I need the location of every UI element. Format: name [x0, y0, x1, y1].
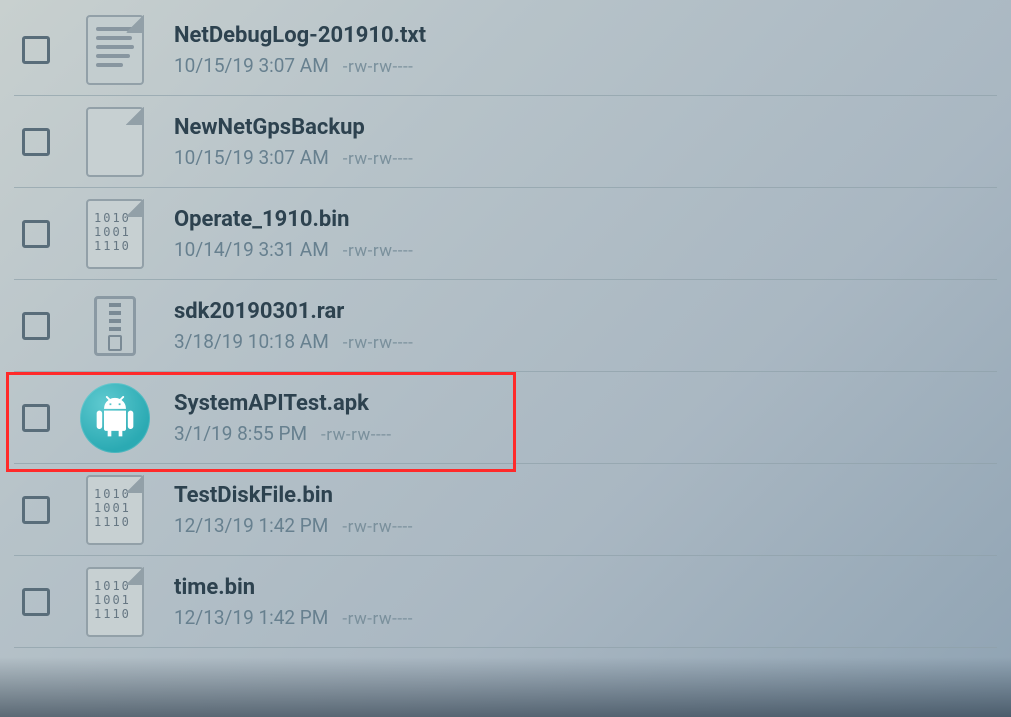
- file-permissions: -rw-rw----: [343, 149, 414, 169]
- file-date: 3/1/19 8:55 PM: [174, 422, 307, 445]
- file-info: NetDebugLog-201910.txt 10/15/19 3:07 AM …: [174, 23, 426, 77]
- file-type-icon: 1010 1001 1110: [80, 199, 150, 269]
- checkbox[interactable]: [22, 36, 50, 64]
- file-date: 12/13/19 1:42 PM: [174, 514, 328, 537]
- file-meta: 3/18/19 10:18 AM -rw-rw----: [174, 330, 413, 353]
- file-permissions: -rw-rw----: [342, 609, 413, 629]
- archive-file-icon: [94, 296, 136, 356]
- divider: [14, 647, 997, 648]
- checkbox[interactable]: [22, 128, 50, 156]
- file-meta: 12/13/19 1:42 PM -rw-rw----: [174, 514, 413, 537]
- checkbox[interactable]: [22, 496, 50, 524]
- list-item[interactable]: 1010 1001 1110 time.bin 12/13/19 1:42 PM…: [14, 556, 997, 648]
- file-date: 10/15/19 3:07 AM: [174, 146, 329, 169]
- file-name: sdk20190301.rar: [174, 299, 413, 324]
- checkbox[interactable]: [22, 220, 50, 248]
- file-meta: 3/1/19 8:55 PM -rw-rw----: [174, 422, 392, 445]
- checkbox[interactable]: [22, 312, 50, 340]
- file-permissions: -rw-rw----: [343, 241, 414, 261]
- file-meta: 10/14/19 3:31 AM -rw-rw----: [174, 238, 413, 261]
- binary-file-icon: 1010 1001 1110: [86, 199, 144, 269]
- file-type-icon: [80, 15, 150, 85]
- android-apk-icon: [80, 383, 150, 453]
- file-type-icon: [80, 383, 150, 453]
- binary-file-icon: 1010 1001 1110: [86, 475, 144, 545]
- list-item[interactable]: SystemAPITest.apk 3/1/19 8:55 PM -rw-rw-…: [14, 372, 997, 464]
- file-date: 10/15/19 3:07 AM: [174, 54, 329, 77]
- file-meta: 12/13/19 1:42 PM -rw-rw----: [174, 606, 413, 629]
- checkbox[interactable]: [22, 588, 50, 616]
- file-info: time.bin 12/13/19 1:42 PM -rw-rw----: [174, 575, 413, 629]
- file-type-icon: [80, 291, 150, 361]
- file-name: SystemAPITest.apk: [174, 391, 392, 416]
- list-item[interactable]: 1010 1001 1110 TestDiskFile.bin 12/13/19…: [14, 464, 997, 556]
- file-permissions: -rw-rw----: [343, 57, 414, 77]
- file-name: NewNetGpsBackup: [174, 115, 413, 140]
- file-info: sdk20190301.rar 3/18/19 10:18 AM -rw-rw-…: [174, 299, 413, 353]
- file-name: TestDiskFile.bin: [174, 483, 413, 508]
- file-list: NetDebugLog-201910.txt 10/15/19 3:07 AM …: [14, 4, 997, 648]
- file-permissions: -rw-rw----: [343, 333, 414, 353]
- file-permissions: -rw-rw----: [342, 517, 413, 537]
- file-name: NetDebugLog-201910.txt: [174, 23, 426, 48]
- file-info: TestDiskFile.bin 12/13/19 1:42 PM -rw-rw…: [174, 483, 413, 537]
- file-info: NewNetGpsBackup 10/15/19 3:07 AM -rw-rw-…: [174, 115, 413, 169]
- generic-file-icon: [86, 107, 144, 177]
- file-info: SystemAPITest.apk 3/1/19 8:55 PM -rw-rw-…: [174, 391, 392, 445]
- list-item[interactable]: 1010 1001 1110 Operate_1910.bin 10/14/19…: [14, 188, 997, 280]
- file-type-icon: [80, 107, 150, 177]
- file-info: Operate_1910.bin 10/14/19 3:31 AM -rw-rw…: [174, 207, 413, 261]
- file-date: 10/14/19 3:31 AM: [174, 238, 329, 261]
- list-item[interactable]: NewNetGpsBackup 10/15/19 3:07 AM -rw-rw-…: [14, 96, 997, 188]
- binary-file-icon: 1010 1001 1110: [86, 567, 144, 637]
- file-type-icon: 1010 1001 1110: [80, 567, 150, 637]
- file-meta: 10/15/19 3:07 AM -rw-rw----: [174, 54, 426, 77]
- file-manager-screen: NetDebugLog-201910.txt 10/15/19 3:07 AM …: [0, 0, 1011, 717]
- file-type-icon: 1010 1001 1110: [80, 475, 150, 545]
- checkbox[interactable]: [22, 404, 50, 432]
- file-name: Operate_1910.bin: [174, 207, 413, 232]
- list-item[interactable]: NetDebugLog-201910.txt 10/15/19 3:07 AM …: [14, 4, 997, 96]
- file-meta: 10/15/19 3:07 AM -rw-rw----: [174, 146, 413, 169]
- file-date: 3/18/19 10:18 AM: [174, 330, 329, 353]
- text-file-icon: [86, 15, 144, 85]
- file-date: 12/13/19 1:42 PM: [174, 606, 328, 629]
- file-permissions: -rw-rw----: [321, 425, 392, 445]
- file-name: time.bin: [174, 575, 413, 600]
- list-item[interactable]: sdk20190301.rar 3/18/19 10:18 AM -rw-rw-…: [14, 280, 997, 372]
